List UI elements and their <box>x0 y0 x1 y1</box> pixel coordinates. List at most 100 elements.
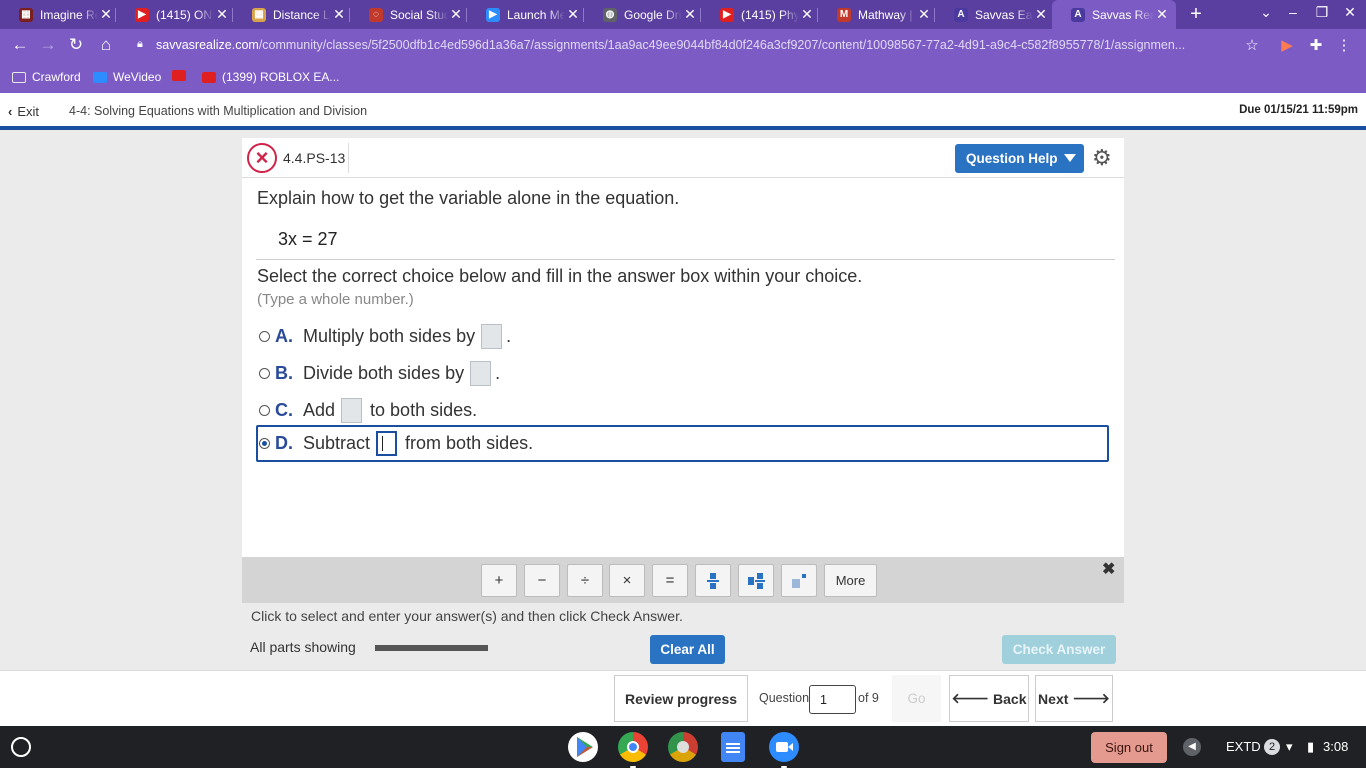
minus-button[interactable]: − <box>524 564 560 597</box>
choice-c[interactable]: C. Add to both sides. <box>256 392 1109 429</box>
browser-tab[interactable]: ◍ Google Driv ✕ <box>584 0 704 29</box>
clock-time[interactable]: 3:08 <box>1323 739 1348 754</box>
forward-arrow-icon[interactable]: → <box>37 35 59 55</box>
fraction-button[interactable] <box>695 564 731 597</box>
question-number-input[interactable]: 1 <box>809 685 856 714</box>
browser-tab[interactable]: A Savvas Easy✕ <box>935 0 1055 29</box>
divider <box>256 259 1115 260</box>
app-center <box>677 741 689 753</box>
chrome-icon[interactable] <box>618 732 648 768</box>
choice-d[interactable]: D. Subtract from both sides. <box>256 425 1109 462</box>
restore-icon[interactable]: ❐ <box>1312 4 1332 21</box>
reload-icon[interactable]: ↻ <box>65 35 87 55</box>
next-button[interactable]: Next 🡒 <box>1035 675 1113 722</box>
mixed-number-button[interactable] <box>738 564 774 597</box>
answer-box-active[interactable] <box>376 431 398 456</box>
bookmark-crawford[interactable]: Crawford <box>12 70 81 84</box>
bookmark-youtube[interactable] <box>172 70 192 81</box>
address-bar[interactable]: savvasrealize.com/community/classes/5f25… <box>156 38 1234 52</box>
browser-tab[interactable]: ▶ (1415) ONLY✕ <box>116 0 236 29</box>
audio-icon[interactable]: ◀ <box>1183 738 1201 756</box>
review-progress-button[interactable]: Review progress <box>614 675 748 722</box>
minimize-icon[interactable]: – <box>1283 4 1303 20</box>
browser-tab[interactable]: ▶ Launch Mee✕ <box>467 0 587 29</box>
answer-box[interactable] <box>481 324 503 349</box>
extension-icon[interactable]: ▶ <box>1277 36 1297 54</box>
parts-label: All parts showing <box>250 639 356 655</box>
tab-separator <box>349 8 350 22</box>
close-tab-icon[interactable]: ✕ <box>682 6 698 23</box>
wifi-icon[interactable]: ▾ <box>1286 739 1293 755</box>
chevron-left-icon: ‹ <box>8 104 13 119</box>
close-tab-icon[interactable]: ✕ <box>331 6 347 23</box>
browser-tab[interactable]: ◌ Social Studi ✕ <box>350 0 470 29</box>
back-button[interactable]: 🡐 Back <box>949 675 1029 722</box>
google-docs-icon[interactable] <box>721 732 745 762</box>
close-tab-icon[interactable]: ✕ <box>799 6 815 23</box>
answer-box[interactable] <box>341 398 363 423</box>
radio-button[interactable] <box>259 405 270 416</box>
close-tab-icon[interactable]: ✕ <box>1154 6 1170 23</box>
question-help-button[interactable]: Question Help <box>955 144 1084 173</box>
browser-tab[interactable]: ▶ (1415) Phys✕ <box>701 0 821 29</box>
play-store-icon[interactable] <box>568 732 598 762</box>
favicon-icon: ◍ <box>603 7 617 22</box>
choice-letter: A. <box>275 326 293 346</box>
tab-search-icon[interactable]: ⌄ <box>1256 4 1276 21</box>
close-tab-icon[interactable]: ✕ <box>448 6 464 23</box>
gear-icon[interactable]: ⚙ <box>1092 145 1112 171</box>
radio-button[interactable] <box>259 331 270 342</box>
close-tab-icon[interactable]: ✕ <box>214 6 230 23</box>
launcher-icon[interactable] <box>11 737 31 757</box>
favicon-icon: ▶ <box>486 7 500 22</box>
tab-title: Launch Mee <box>507 7 565 22</box>
radio-button[interactable] <box>259 368 270 379</box>
equals-button[interactable]: = <box>652 564 688 597</box>
browser-tab[interactable]: A Savvas Real ✕ <box>1052 0 1176 29</box>
browser-tab[interactable]: ▦ Imagine Re ✕ <box>0 0 120 29</box>
exit-button[interactable]: ‹ Exit <box>8 104 39 119</box>
sign-out-button[interactable]: Sign out <box>1091 732 1167 763</box>
bookmark-wevideo[interactable]: WeVideo <box>93 70 161 84</box>
zoom-icon[interactable] <box>769 732 799 768</box>
new-tab-icon[interactable]: + <box>1186 3 1206 26</box>
exponent-button[interactable] <box>781 564 817 597</box>
back-arrow-icon[interactable]: ← <box>9 35 31 55</box>
check-answer-button[interactable]: Check Answer <box>1002 635 1116 664</box>
choice-body: Add to both sides. <box>303 398 477 423</box>
choice-b[interactable]: B. Divide both sides by . <box>256 355 1109 392</box>
plus-button[interactable]: + <box>481 564 517 597</box>
zoom-camera <box>776 742 788 752</box>
radio-button[interactable] <box>259 438 270 449</box>
browser-tab[interactable]: M Mathway | A✕ <box>818 0 938 29</box>
answer-box[interactable] <box>470 361 492 386</box>
divide-button[interactable]: ÷ <box>567 564 603 597</box>
browser-tab[interactable]: ▦ Distance Le ✕ <box>233 0 353 29</box>
close-tab-icon[interactable]: ✕ <box>1033 6 1049 23</box>
close-tab-icon[interactable]: ✕ <box>565 6 581 23</box>
question-total: of 9 <box>858 691 879 705</box>
close-tab-icon[interactable]: ✕ <box>98 6 114 23</box>
bookmark-roblox[interactable]: (1399) ROBLOX EA... <box>202 70 339 84</box>
go-button[interactable]: Go <box>892 675 941 722</box>
more-button[interactable]: More <box>824 564 877 597</box>
chrome-canvas-icon[interactable] <box>668 732 698 762</box>
question-help-label: Question Help <box>966 151 1058 166</box>
clear-all-button[interactable]: Clear All <box>650 635 725 664</box>
multiply-button[interactable]: × <box>609 564 645 597</box>
choice-text: to both sides. <box>370 400 478 420</box>
close-palette-icon[interactable]: ✖ <box>1102 559 1115 579</box>
ime-indicator[interactable]: EXTD <box>1226 739 1261 754</box>
browser-menu-icon[interactable]: ⋮ <box>1334 36 1354 54</box>
extensions-puzzle-icon[interactable]: ✚ <box>1306 36 1326 54</box>
parts-progress-bar <box>375 645 488 651</box>
battery-icon[interactable]: ▮ <box>1307 739 1314 755</box>
lock-icon[interactable]: 🔒︎ <box>137 38 143 51</box>
choice-text: . <box>495 363 501 383</box>
close-tab-icon[interactable]: ✕ <box>916 6 932 23</box>
home-icon[interactable]: ⌂ <box>95 35 117 55</box>
choice-a[interactable]: A. Multiply both sides by . <box>256 318 1109 355</box>
bookmark-star-icon[interactable]: ☆ <box>1242 36 1262 54</box>
close-window-icon[interactable]: ✕ <box>1340 4 1360 21</box>
notification-count[interactable]: 2 <box>1264 739 1280 755</box>
